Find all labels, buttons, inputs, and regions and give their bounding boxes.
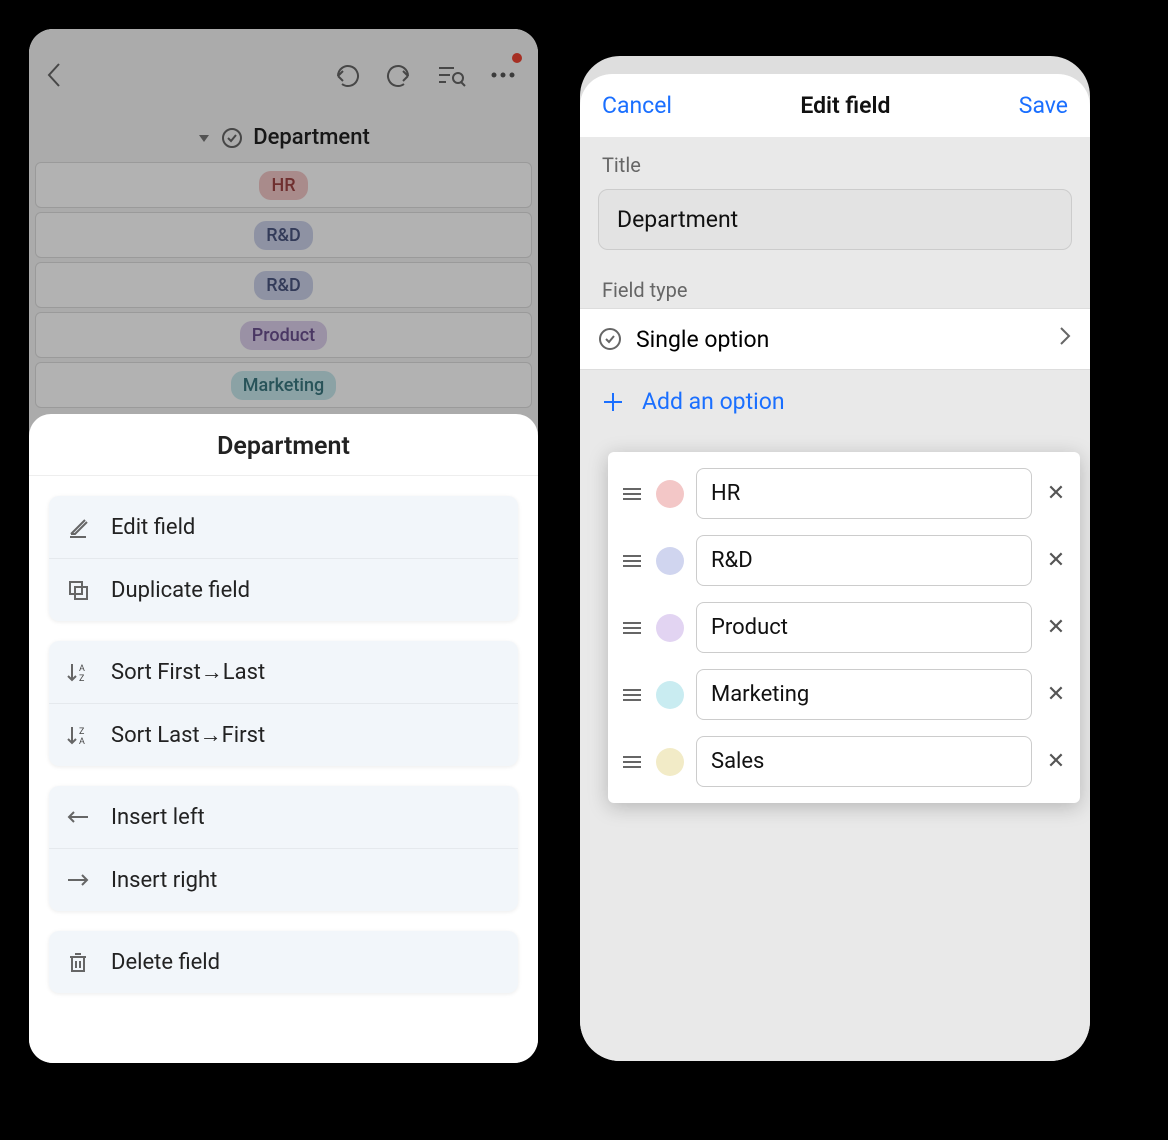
color-swatch[interactable]	[656, 681, 684, 709]
options-popup: HR ✕ R&D ✕ Product ✕ Marketing ✕ Sales ✕	[608, 452, 1080, 803]
drag-handle-icon[interactable]	[620, 756, 644, 768]
option-row: HR ✕	[614, 460, 1074, 527]
menu-label: Sort Last→First	[111, 722, 265, 748]
remove-option-button[interactable]: ✕	[1044, 682, 1068, 707]
menu-label: Insert left	[111, 805, 205, 830]
arrow-left-icon	[65, 804, 91, 830]
menu-label: Sort First→Last	[111, 659, 265, 685]
svg-text:Z: Z	[79, 727, 85, 737]
menu-label: Delete field	[111, 950, 220, 975]
trash-icon	[65, 949, 91, 975]
title-input[interactable]: Department	[598, 189, 1072, 250]
field-type-section-label: Field type	[580, 262, 1090, 308]
menu-label: Edit field	[111, 515, 195, 540]
field-type-row[interactable]: Single option	[580, 308, 1090, 370]
cancel-button[interactable]: Cancel	[602, 92, 672, 119]
sort-desc-icon: ZA	[65, 722, 91, 748]
color-swatch[interactable]	[656, 614, 684, 642]
menu-group-1: Edit field Duplicate field	[49, 496, 518, 621]
svg-text:A: A	[79, 737, 85, 746]
sheet-title: Department	[29, 432, 538, 476]
menu-group-3: Insert left Insert right	[49, 786, 518, 911]
svg-text:A: A	[79, 664, 85, 674]
menu-edit-field[interactable]: Edit field	[49, 496, 518, 558]
menu-label: Duplicate field	[111, 578, 250, 603]
phone-screen-left: Department HRR&DR&DProductMarketing Depa…	[29, 29, 538, 1063]
option-input[interactable]: HR	[696, 468, 1032, 519]
option-row: Product ✕	[614, 594, 1074, 661]
field-type-value: Single option	[636, 326, 769, 353]
remove-option-button[interactable]: ✕	[1044, 749, 1068, 774]
menu-sort-asc[interactable]: AZ Sort First→Last	[49, 641, 518, 703]
modal-title: Edit field	[800, 92, 890, 119]
menu-sort-desc[interactable]: ZA Sort Last→First	[49, 703, 518, 766]
sort-asc-icon: AZ	[65, 659, 91, 685]
single-option-icon	[598, 327, 622, 351]
title-section-label: Title	[580, 137, 1090, 183]
phone-screen-right: Cancel Edit field Save Title Department …	[580, 56, 1090, 1061]
menu-delete-field[interactable]: Delete field	[49, 931, 518, 993]
add-option-label: Add an option	[642, 388, 785, 415]
arrow-right-icon	[65, 867, 91, 893]
drag-handle-icon[interactable]	[620, 622, 644, 634]
edit-icon	[65, 514, 91, 540]
option-row: Marketing ✕	[614, 661, 1074, 728]
option-input[interactable]: Marketing	[696, 669, 1032, 720]
color-swatch[interactable]	[656, 547, 684, 575]
option-row: Sales ✕	[614, 728, 1074, 795]
menu-group-2: AZ Sort First→Last ZA Sort Last→First	[49, 641, 518, 766]
add-option-button[interactable]: Add an option	[580, 370, 1090, 433]
option-input[interactable]: R&D	[696, 535, 1032, 586]
option-input[interactable]: Product	[696, 602, 1032, 653]
menu-insert-right[interactable]: Insert right	[49, 848, 518, 911]
option-input[interactable]: Sales	[696, 736, 1032, 787]
drag-handle-icon[interactable]	[620, 555, 644, 567]
color-swatch[interactable]	[656, 480, 684, 508]
chevron-right-icon	[1058, 325, 1072, 353]
duplicate-icon	[65, 577, 91, 603]
color-swatch[interactable]	[656, 748, 684, 776]
remove-option-button[interactable]: ✕	[1044, 615, 1068, 640]
menu-insert-left[interactable]: Insert left	[49, 786, 518, 848]
drag-handle-icon[interactable]	[620, 488, 644, 500]
menu-label: Insert right	[111, 868, 217, 893]
remove-option-button[interactable]: ✕	[1044, 481, 1068, 506]
plus-icon	[602, 391, 624, 413]
option-row: R&D ✕	[614, 527, 1074, 594]
menu-duplicate-field[interactable]: Duplicate field	[49, 558, 518, 621]
remove-option-button[interactable]: ✕	[1044, 548, 1068, 573]
svg-text:Z: Z	[79, 674, 85, 683]
drag-handle-icon[interactable]	[620, 689, 644, 701]
save-button[interactable]: Save	[1019, 92, 1068, 119]
bottom-sheet: Department Edit field Duplicate field AZ…	[29, 414, 538, 1063]
menu-group-4: Delete field	[49, 931, 518, 993]
modal-header: Cancel Edit field Save	[580, 74, 1090, 137]
